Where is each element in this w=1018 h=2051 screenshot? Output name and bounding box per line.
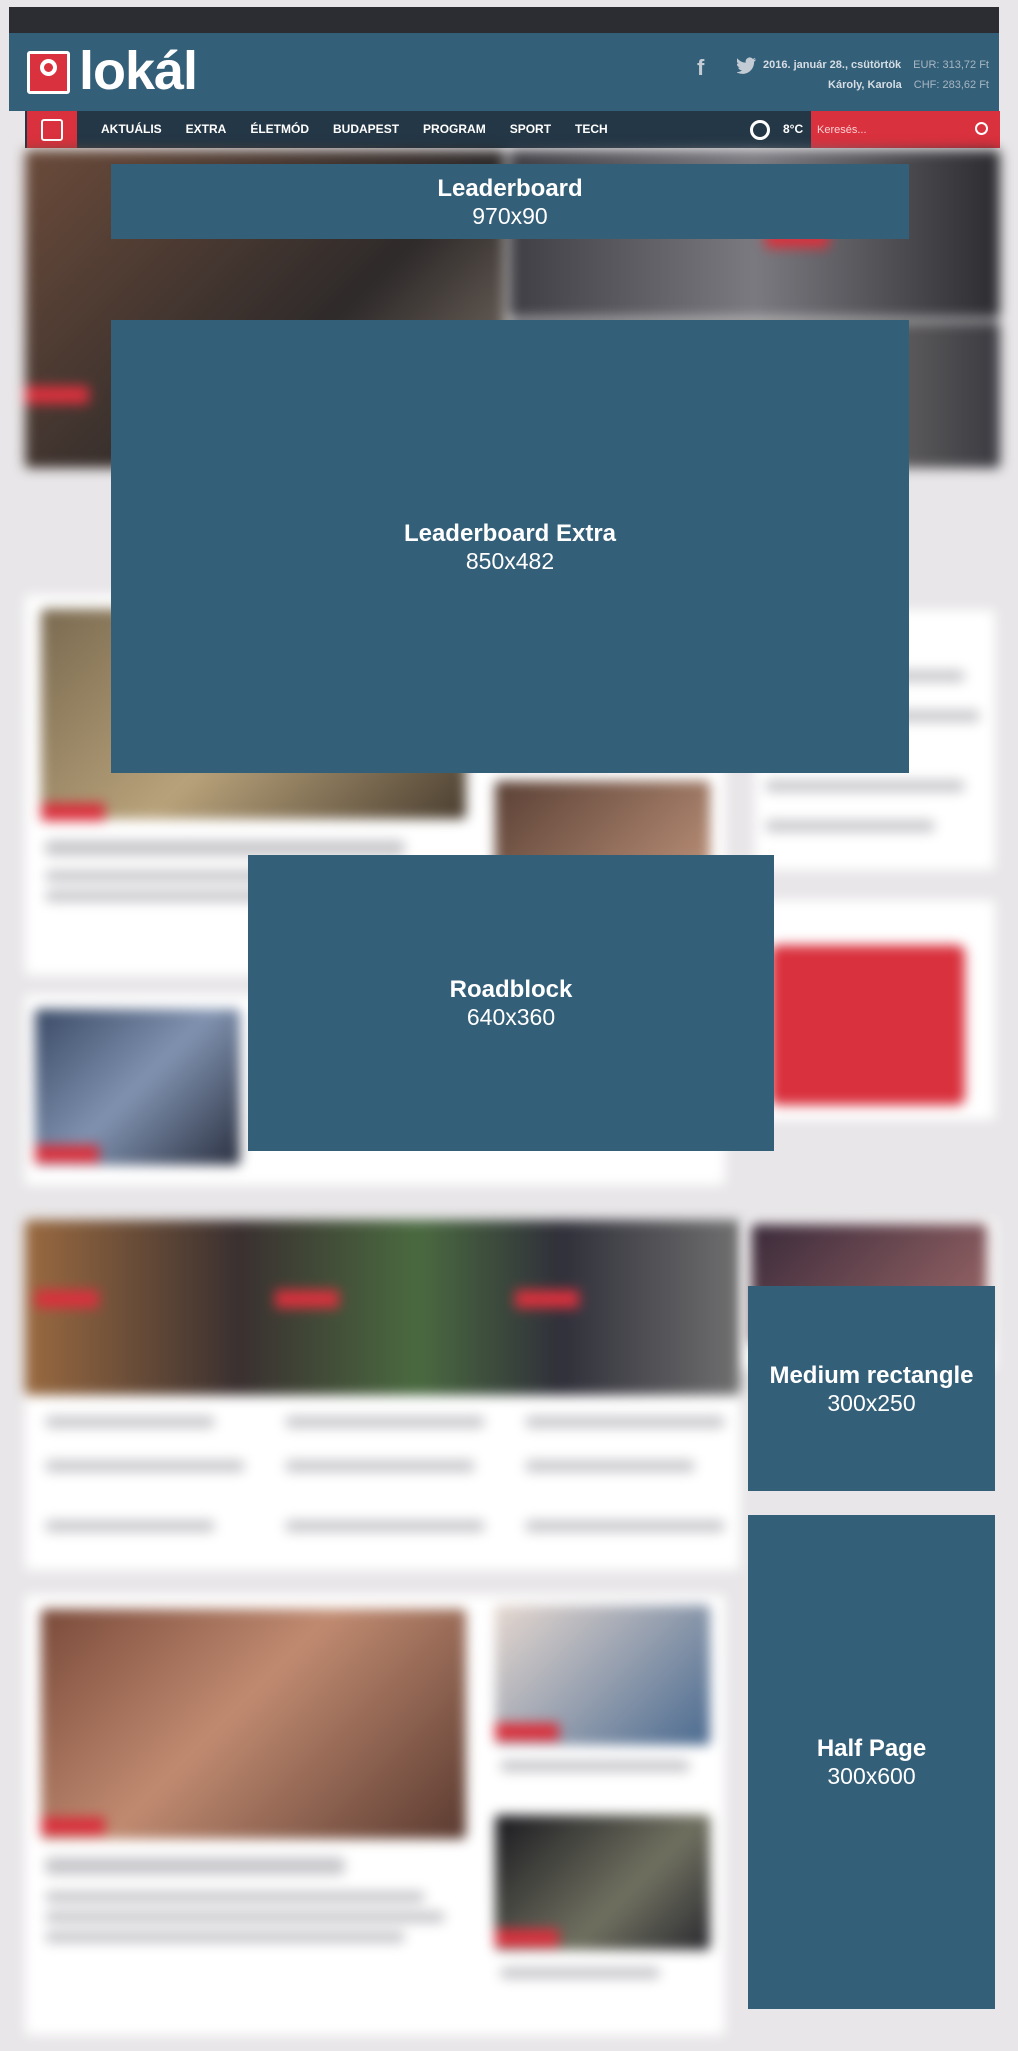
ad-size: 640x360 bbox=[466, 1004, 556, 1030]
nav-item-tech[interactable]: TECH bbox=[563, 111, 620, 148]
date-text: 2016. január 28., csütörtök bbox=[763, 59, 902, 71]
ad-name: Leaderboard bbox=[437, 174, 583, 202]
site-logo[interactable]: lokál bbox=[79, 40, 198, 102]
top-strip bbox=[9, 7, 999, 33]
nameday-text: Károly, Karola bbox=[828, 79, 902, 91]
ad-size: 850x482 bbox=[465, 547, 555, 574]
nav-item-budapest[interactable]: BUDAPEST bbox=[321, 111, 411, 148]
ad-size: 300x600 bbox=[827, 1763, 916, 1789]
article-block-4 bbox=[25, 1595, 725, 2035]
home-icon[interactable] bbox=[27, 111, 77, 148]
nav-item-eletmod[interactable]: ÉLETMÓD bbox=[238, 111, 321, 148]
facebook-icon[interactable]: f bbox=[697, 55, 704, 81]
site-header: lokál f 2016. január 28., csütörtök EUR: … bbox=[9, 33, 999, 111]
search-box bbox=[811, 111, 1000, 148]
ad-name: Half Page bbox=[816, 1735, 927, 1762]
twitter-icon[interactable] bbox=[736, 57, 757, 80]
nav-item-aktualis[interactable]: AKTUÁLIS bbox=[89, 111, 174, 148]
temperature: 8°C bbox=[783, 122, 804, 136]
ad-size: 300x250 bbox=[827, 1389, 916, 1416]
nav-item-program[interactable]: PROGRAM bbox=[411, 111, 498, 148]
leaderboard-ad[interactable]: Leaderboard 970x90 bbox=[111, 164, 909, 239]
logo-icon[interactable] bbox=[27, 51, 70, 94]
eur-rate: EUR: 313,72 Ft bbox=[913, 59, 989, 71]
nav-item-sport[interactable]: SPORT bbox=[498, 111, 563, 148]
medium-rectangle-ad[interactable]: Medium rectangle 300x250 bbox=[748, 1286, 995, 1491]
chf-rate: CHF: 283,62 Ft bbox=[913, 79, 989, 91]
half-page-ad[interactable]: Half Page 300x600 bbox=[748, 1515, 995, 2009]
ad-name: Roadblock bbox=[449, 976, 573, 1003]
sidebar-tags bbox=[755, 900, 995, 1120]
roadblock-ad[interactable]: Roadblock 640x360 bbox=[248, 855, 774, 1151]
search-input[interactable] bbox=[817, 120, 967, 140]
ad-size: 970x90 bbox=[472, 202, 548, 229]
ad-name: Medium rectangle bbox=[769, 1361, 974, 1389]
article-block-3 bbox=[25, 1220, 740, 1570]
header-info: 2016. január 28., csütörtök EUR: 313,72 F… bbox=[763, 55, 989, 95]
leaderboard-extra-ad[interactable]: Leaderboard Extra 850x482 bbox=[111, 320, 909, 773]
ad-name: Leaderboard Extra bbox=[403, 519, 617, 547]
search-icon[interactable] bbox=[975, 122, 988, 135]
nav-item-extra[interactable]: EXTRA bbox=[174, 111, 239, 148]
main-nav: AKTUÁLIS EXTRA ÉLETMÓD BUDAPEST PROGRAM … bbox=[25, 111, 1000, 148]
weather-sun-icon bbox=[750, 120, 770, 140]
